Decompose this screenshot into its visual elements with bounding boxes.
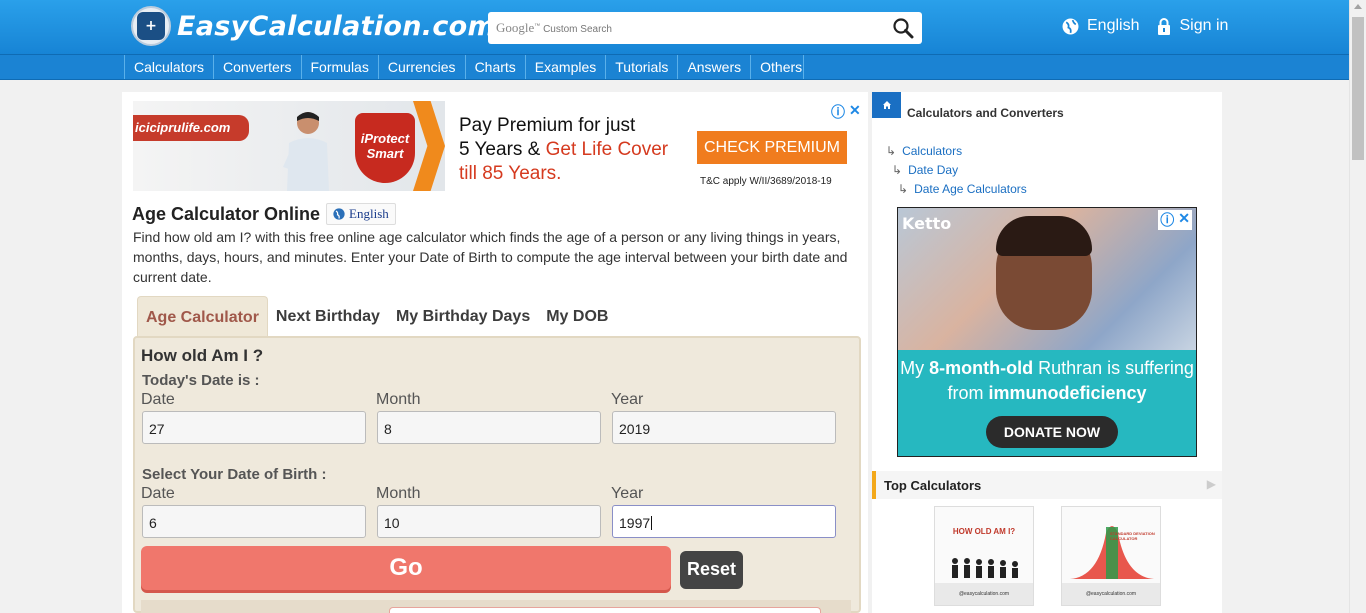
logo-icon: + [131, 6, 171, 46]
dob-date-field[interactable]: 6 [142, 505, 366, 538]
dob-month-col-label: Month [376, 485, 421, 502]
logo-text: EasyCalculation.com [177, 10, 496, 42]
dob-year-field[interactable]: 1997 [612, 505, 836, 538]
ad-arrow-shape [413, 101, 445, 191]
today-year-col-label: Year [611, 391, 644, 408]
nav-answers[interactable]: Answers [677, 55, 750, 79]
search-input[interactable]: Google™ Custom Search [488, 12, 922, 44]
thumb-standard-deviation[interactable]: STANDARD DEVIATION CALCULATOR @easycalcu… [1061, 506, 1161, 606]
page-language-button[interactable]: English [326, 203, 396, 225]
ad-close-icon[interactable]: ✕ [1178, 210, 1190, 230]
page-scrollbar[interactable] [1349, 0, 1366, 613]
tab-age-calculator[interactable]: Age Calculator [137, 296, 268, 336]
tab-my-dob[interactable]: My DOB [538, 296, 616, 336]
breadcrumb-arrow-icon: ↳ [892, 163, 903, 177]
language-label: English [1087, 17, 1140, 34]
tab-my-birthday-days[interactable]: My Birthday Days [388, 296, 538, 336]
sidebar-ad[interactable]: Ketto ⓘ ✕ My 8-month-old Ruthran is suffe… [897, 207, 1197, 457]
nav-converters[interactable]: Converters [213, 55, 300, 79]
breadcrumb-arrow-icon: ↳ [898, 182, 909, 196]
nav-formulas[interactable]: Formulas [300, 55, 378, 79]
sidebar: Calculators and Converters ↳ Calculators … [872, 92, 1222, 613]
today-year-field[interactable]: 2019 [612, 411, 836, 444]
ad-image: iciciprulife.com iProtect Smart [133, 101, 445, 191]
form-heading: How old Am I ? [141, 346, 264, 365]
search-placeholder: Google™ Custom Search [496, 20, 612, 35]
main-content: iciciprulife.com iProtect Smart Pay Premi… [122, 92, 868, 613]
result-area [141, 600, 851, 613]
globe-icon [1062, 18, 1079, 34]
sidebar-title: Calculators and Converters [907, 106, 1064, 120]
people-icon [952, 558, 1018, 578]
ad-brand-ketto: Ketto [902, 214, 952, 233]
nav-charts[interactable]: Charts [464, 55, 525, 79]
home-icon[interactable] [872, 92, 901, 118]
ad-shield-logo: iProtect Smart [355, 113, 415, 183]
today-month-col-label: Month [376, 391, 421, 408]
nav-tutorials[interactable]: Tutorials [605, 55, 677, 79]
dob-label: Select Your Date of Birth : [142, 466, 327, 483]
search-icon[interactable] [892, 17, 914, 39]
scrollbar-thumb[interactable] [1352, 17, 1364, 160]
lock-icon [1158, 17, 1171, 35]
dob-date-col-label: Date [141, 485, 175, 502]
breadcrumb-date-day[interactable]: ↳ Date Day [892, 163, 958, 177]
ad-terms: T&C apply W/II/3689/2018-19 [700, 176, 832, 187]
nav-currencies[interactable]: Currencies [377, 55, 465, 79]
dob-year-col-label: Year [611, 485, 644, 502]
site-logo[interactable]: + EasyCalculation.com [131, 6, 496, 46]
today-month-field[interactable]: 8 [377, 411, 601, 444]
dob-month-field[interactable]: 10 [377, 505, 601, 538]
check-premium-button[interactable]: CHECK PREMIUM [697, 131, 847, 164]
main-nav: Calculators Converters Formulas Currenci… [0, 54, 1349, 80]
go-button[interactable]: Go [141, 546, 671, 590]
header-bar: + EasyCalculation.com Google™ Custom Sea… [0, 0, 1349, 54]
page-description: Find how old am I? with this free online… [133, 229, 848, 285]
chevron-right-icon: ▶ [1206, 477, 1216, 491]
reset-button[interactable]: Reset [680, 551, 743, 589]
nav-examples[interactable]: Examples [524, 55, 605, 79]
top-banner-ad[interactable]: iciciprulife.com iProtect Smart Pay Premi… [133, 101, 861, 191]
page-title: Age Calculator Online [132, 203, 321, 224]
top-calculators-header[interactable]: Top Calculators ▶ [872, 471, 1222, 499]
sign-in-label: Sign in [1179, 17, 1229, 34]
breadcrumb-calculators[interactable]: ↳ Calculators [886, 144, 962, 158]
nav-calculators[interactable]: Calculators [124, 55, 213, 79]
thumb-how-old-am-i[interactable]: HOW OLD AM I? @easycalculation.com [934, 506, 1034, 606]
ad-person-image [283, 112, 329, 191]
globe-icon [333, 208, 345, 220]
ad-message: My 8-month-old Ruthran is suffering from… [900, 358, 1194, 403]
ad-close-icon[interactable]: ✕ [849, 102, 861, 122]
sign-in-link[interactable]: Sign in [1157, 17, 1228, 35]
tab-next-birthday[interactable]: Next Birthday [268, 296, 388, 336]
nav-others[interactable]: Others [750, 55, 805, 79]
breadcrumb-arrow-icon: ↳ [886, 144, 897, 158]
calculator-tabs: Age Calculator Next Birthday My Birthday… [137, 296, 616, 336]
language-selector[interactable]: English [1062, 17, 1139, 35]
today-date-col-label: Date [141, 391, 175, 408]
ad-copy: Pay Premium for just 5 Years & Get Life … [459, 115, 669, 184]
ad-info-icon[interactable]: ⓘ [831, 102, 845, 122]
scroll-up-icon[interactable] [1354, 4, 1362, 9]
ad-brand: iciciprulife.com [133, 115, 249, 141]
donate-now-button[interactable]: DONATE NOW [986, 416, 1118, 448]
ad-info-icon[interactable]: ⓘ [1160, 210, 1174, 230]
today-date-field[interactable]: 27 [142, 411, 366, 444]
breadcrumb-date-age[interactable]: ↳ Date Age Calculators [898, 182, 1027, 196]
age-calculator-form: How old Am I ? Today's Date is : Date Mo… [133, 336, 861, 613]
today-date-label: Today's Date is : [142, 372, 260, 389]
